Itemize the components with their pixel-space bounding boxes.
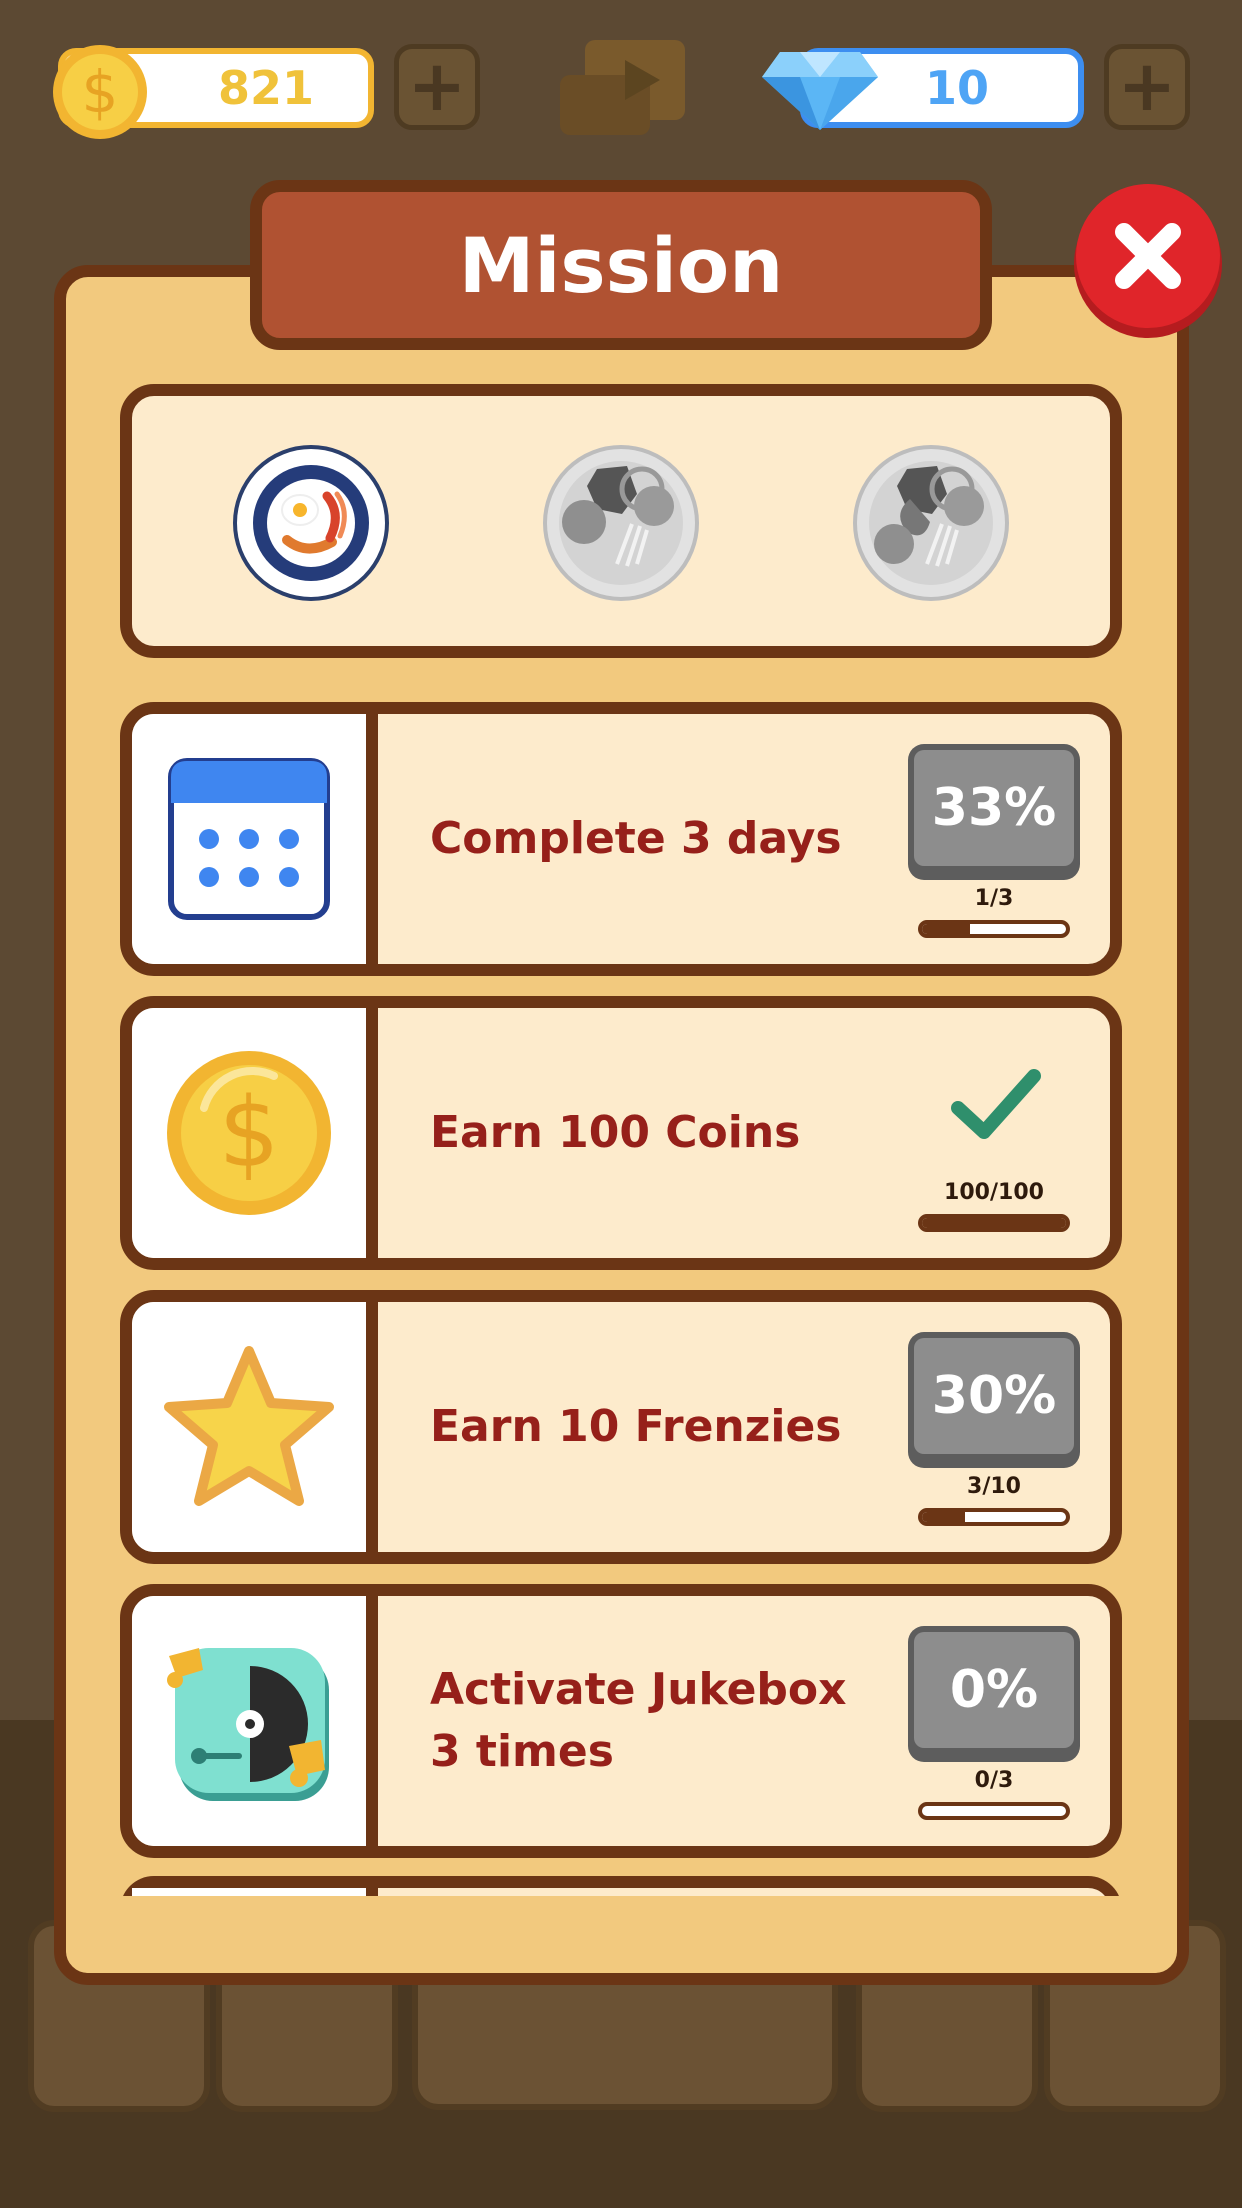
mission-progress-text: 0/3 — [974, 1768, 1014, 1793]
dialog-footer — [66, 1896, 1177, 1973]
coin-count: 821 — [217, 61, 315, 115]
locked-plate-icon — [543, 445, 699, 601]
mission-progress-bar — [918, 1802, 1070, 1820]
mission-progress-bar — [918, 920, 1070, 938]
mission-percent-badge: 0% — [908, 1626, 1080, 1762]
diamond-icon — [762, 52, 878, 130]
locked-plate-icon — [853, 445, 1009, 601]
mission-row: Complete 3 days 33% 1/3 — [120, 702, 1122, 976]
mission-label: Complete 3 days — [430, 813, 842, 864]
calendar-icon — [168, 758, 330, 920]
mission-row: Earn 10 Frenzies 30% 3/10 — [120, 1290, 1122, 1564]
mission-percent-badge: 30% — [908, 1332, 1080, 1468]
mission-icon-cell — [132, 1596, 378, 1846]
mission-progress-fill — [922, 924, 970, 934]
mission-progress-text: 3/10 — [967, 1474, 1021, 1499]
mission-label: Earn 100 Coins — [430, 1107, 801, 1158]
svg-text:$: $ — [82, 58, 119, 126]
coin-icon: $ — [167, 1051, 331, 1215]
mission-row: Activate Jukebox 3 times 0% 0/3 — [120, 1584, 1122, 1858]
mission-icon-cell: $ — [132, 1008, 378, 1258]
dialog-title: Mission — [250, 180, 992, 350]
mission-progress-fill — [922, 1218, 1066, 1228]
mission-progress-text: 1/3 — [974, 886, 1014, 911]
mission-row: $ Earn 100 Coins 100/100 — [120, 996, 1122, 1270]
star-icon — [164, 1346, 334, 1506]
add-coins-button: + — [394, 44, 480, 130]
checkmark-icon — [951, 1069, 1041, 1139]
coin-icon: $ — [53, 45, 147, 139]
mission-progress-fill — [922, 1512, 966, 1522]
add-gems-button: + — [1104, 44, 1190, 130]
mission-label: Earn 10 Frenzies — [430, 1401, 842, 1452]
svg-text:$: $ — [218, 1077, 279, 1189]
mission-percent: 0% — [914, 1632, 1074, 1748]
mission-progress-bar — [918, 1214, 1070, 1232]
close-button[interactable] — [1072, 180, 1224, 344]
mission-progress-text: 100/100 — [944, 1180, 1044, 1205]
mission-percent: 33% — [914, 750, 1074, 866]
mission-label: Activate Jukebox 3 times — [430, 1664, 847, 1777]
mission-icon-cell — [132, 1302, 378, 1552]
mission-progress-bar — [918, 1508, 1070, 1526]
video-reward-icon — [560, 40, 685, 135]
mission-percent: 30% — [914, 1338, 1074, 1454]
breakfast-plate-icon — [233, 445, 389, 601]
mission-icon-cell — [132, 714, 378, 964]
mission-percent-badge: 33% — [908, 744, 1080, 880]
jukebox-icon — [167, 1648, 329, 1801]
